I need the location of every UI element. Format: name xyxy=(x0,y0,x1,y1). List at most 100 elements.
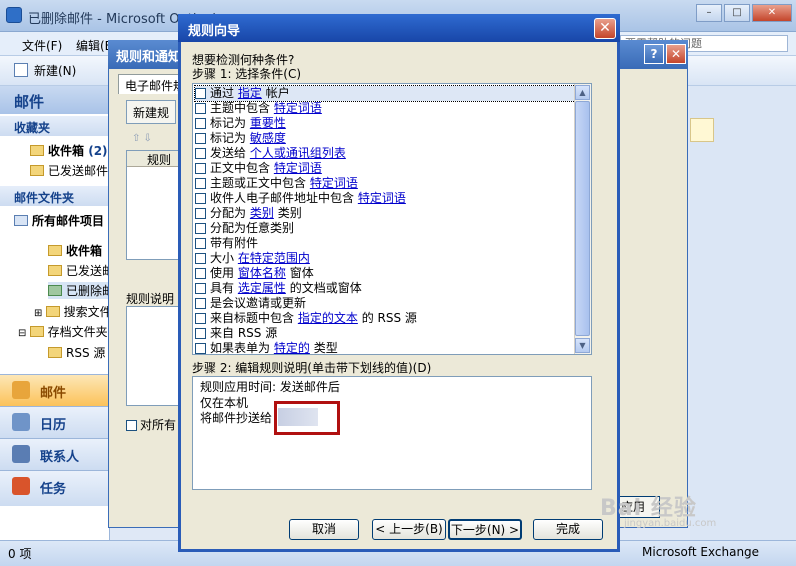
desc-line-1: 规则应用时间: 发送邮件后 xyxy=(200,380,340,394)
status-exchange[interactable]: Microsoft Exchange xyxy=(642,545,759,559)
condition-item[interactable]: 来自标题中包含 指定的文本 的 RSS 源 xyxy=(195,311,575,326)
checkbox-icon[interactable] xyxy=(195,193,206,204)
new-button[interactable]: 新建(N) xyxy=(34,62,76,79)
condition-link[interactable]: 在特定范围内 xyxy=(238,251,310,265)
close-icon[interactable]: ✕ xyxy=(594,18,616,39)
condition-link[interactable]: 指定的文本 xyxy=(298,311,358,325)
wizard-title: 规则向导 xyxy=(178,14,620,42)
move-arrows-icon[interactable]: ⇧ ⇩ xyxy=(132,133,152,144)
condition-link[interactable]: 窗体名称 xyxy=(238,266,286,280)
expand-icon[interactable]: ⊞ xyxy=(34,308,46,319)
condition-link[interactable]: 重要性 xyxy=(250,116,286,130)
maximize-icon[interactable]: □ xyxy=(724,4,750,22)
checkbox-icon[interactable] xyxy=(195,103,206,114)
condition-item[interactable]: 主题或正文中包含 特定词语 xyxy=(195,176,575,191)
checkbox-icon[interactable] xyxy=(195,238,206,249)
condition-item[interactable]: 具有 选定属性 的文档或窗体 xyxy=(195,281,575,296)
conditions-list[interactable]: 通过 指定 帐户 主题中包含 特定词语 标记为 重要性 标记为 敏感度 发送给 … xyxy=(192,83,592,355)
checkbox-icon[interactable] xyxy=(195,148,206,159)
tasks-icon xyxy=(12,477,30,495)
collapse-icon[interactable]: ⊟ xyxy=(18,328,30,339)
checkbox-icon[interactable] xyxy=(195,118,206,129)
condition-item[interactable]: 标记为 重要性 xyxy=(195,116,575,131)
status-item-count: 0 项 xyxy=(8,547,32,561)
tree-rss[interactable]: RSS 源 xyxy=(48,344,105,361)
cancel-button[interactable]: 取消 xyxy=(289,519,359,540)
condition-link[interactable]: 个人或通讯组列表 xyxy=(250,146,346,160)
checkbox-icon[interactable] xyxy=(195,268,206,279)
checkbox-icon[interactable] xyxy=(195,328,206,339)
condition-link[interactable]: 特定的 xyxy=(274,341,310,354)
condition-item[interactable]: 分配为 类别 类别 xyxy=(195,206,575,221)
minimize-icon[interactable]: – xyxy=(696,4,722,22)
step2-label: 步骤 2: 编辑规则说明(单击带下划线的值)(D) xyxy=(192,361,432,375)
condition-text: 使用 xyxy=(210,266,235,280)
checkbox-icon[interactable] xyxy=(195,253,206,264)
checkbox-icon[interactable] xyxy=(195,163,206,174)
condition-item[interactable]: 分配为任意类别 xyxy=(195,221,575,236)
checkbox-icon[interactable] xyxy=(195,343,206,354)
fav-inbox[interactable]: 收件箱 (2) xyxy=(30,142,108,159)
condition-item[interactable]: 大小 在特定范围内 xyxy=(195,251,575,266)
checkbox-icon[interactable] xyxy=(195,133,206,144)
checkbox-icon[interactable] xyxy=(195,208,206,219)
condition-link[interactable]: 特定词语 xyxy=(274,101,322,115)
condition-item[interactable]: 正文中包含 特定词语 xyxy=(195,161,575,176)
scroll-down-icon[interactable]: ▼ xyxy=(575,338,590,353)
apply-all-checkbox[interactable]: 对所有 xyxy=(126,416,176,433)
checkbox-icon[interactable] xyxy=(195,313,206,324)
checkbox-icon[interactable] xyxy=(126,420,137,431)
condition-item[interactable]: 主题中包含 特定词语 xyxy=(195,101,575,116)
all-mail-items[interactable]: 所有邮件项目 xyxy=(14,212,104,229)
checkbox-icon[interactable] xyxy=(195,283,206,294)
condition-link[interactable]: 特定词语 xyxy=(274,161,322,175)
new-rule-button[interactable]: 新建规 xyxy=(126,100,177,124)
condition-item[interactable]: 是会议邀请或更新 xyxy=(195,296,575,311)
condition-item[interactable]: 通过 指定 帐户 xyxy=(194,85,576,102)
tree-deleted[interactable]: 已删除邮件 xyxy=(48,282,126,299)
mail-icon xyxy=(12,381,30,399)
fav-sent[interactable]: 已发送邮件 xyxy=(30,162,108,179)
new-mail-icon xyxy=(14,63,28,77)
condition-link[interactable]: 指定 xyxy=(238,86,262,100)
close-icon[interactable]: ✕ xyxy=(666,44,686,64)
folder-icon xyxy=(48,347,62,358)
favorites-section[interactable]: 收藏夹 xyxy=(0,116,110,136)
scroll-up-icon[interactable]: ▲ xyxy=(575,85,590,100)
checkbox-icon[interactable] xyxy=(195,178,206,189)
condition-item[interactable]: 带有附件 xyxy=(195,236,575,251)
condition-item[interactable]: 发送给 个人或通讯组列表 xyxy=(195,146,575,161)
condition-text: 主题或正文中包含 xyxy=(210,176,307,190)
scroll-thumb[interactable] xyxy=(575,101,590,336)
checkbox-icon[interactable] xyxy=(195,298,206,309)
condition-item[interactable]: 如果表单为 特定的 类型 xyxy=(195,341,575,354)
condition-link[interactable]: 特定词语 xyxy=(310,176,358,190)
condition-item[interactable]: 使用 窗体名称 窗体 xyxy=(195,266,575,281)
finish-button[interactable]: 完成 xyxy=(533,519,603,540)
condition-item[interactable]: 收件人电子邮件地址中包含 特定词语 xyxy=(195,191,575,206)
back-button[interactable]: < 上一步(B) xyxy=(372,519,446,540)
condition-link[interactable]: 类别 xyxy=(250,206,274,220)
condition-text: 大小 xyxy=(210,251,235,265)
close-icon[interactable]: ✕ xyxy=(752,4,792,22)
condition-link[interactable]: 选定属性 xyxy=(238,281,286,295)
condition-link[interactable]: 特定词语 xyxy=(358,191,406,205)
folder-icon xyxy=(30,165,44,176)
next-button[interactable]: 下一步(N) > xyxy=(448,519,522,540)
condition-item[interactable]: 标记为 敏感度 xyxy=(195,131,575,146)
condition-link[interactable]: 敏感度 xyxy=(250,131,286,145)
menu-file[interactable]: 文件(F) xyxy=(22,37,62,54)
checkbox-icon[interactable] xyxy=(195,88,206,99)
tree-archive[interactable]: ⊟ 存档文件夹 xyxy=(18,323,108,340)
condition-item[interactable]: 来自 RSS 源 xyxy=(195,326,575,341)
rule-desc-label: 规则说明 xyxy=(126,292,175,306)
step1-label: 步骤 1: 选择条件(C) xyxy=(192,67,302,81)
folder-icon xyxy=(29,326,44,337)
rules-list-header[interactable]: 规则 xyxy=(127,151,185,167)
tree-inbox[interactable]: 收件箱 xyxy=(48,242,102,259)
mail-folders-section[interactable]: 邮件文件夹 xyxy=(0,186,110,206)
outlook-app-icon xyxy=(6,7,22,23)
checkbox-icon[interactable] xyxy=(195,223,206,234)
condition-text: 帐户 xyxy=(265,86,290,100)
help-icon[interactable]: ? xyxy=(644,44,664,64)
